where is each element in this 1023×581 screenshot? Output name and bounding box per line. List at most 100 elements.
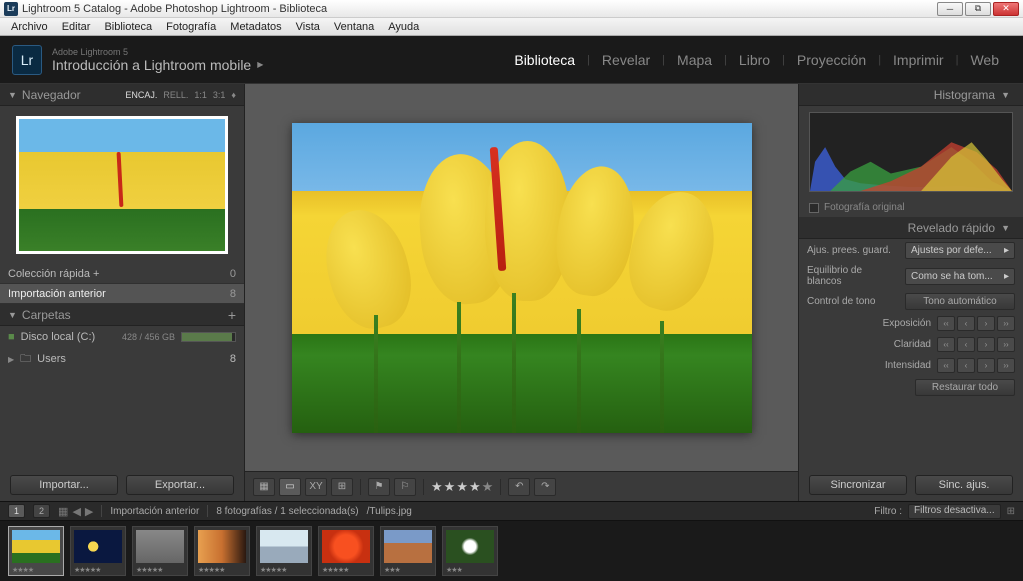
thumb-2[interactable]: ★★★★★ <box>132 526 188 576</box>
module-biblioteca[interactable]: Biblioteca <box>502 52 587 68</box>
clarity-big-minus[interactable]: ‹‹ <box>937 337 955 352</box>
clarity-big-plus[interactable]: ›› <box>997 337 1015 352</box>
export-button[interactable]: Exportar... <box>126 475 234 495</box>
loupe-toolbar: ▦ ▭ XY ⊞ ⚑ ⚐ ★★★★★ ↶ ↷ <box>245 471 798 501</box>
navigator-header[interactable]: ▼ Navegador ENCAJ. RELL. 1:1 3:1 ♦ <box>0 84 244 106</box>
compare-view-icon[interactable]: XY <box>305 478 327 496</box>
nav-fill[interactable]: RELL. <box>163 90 188 100</box>
center-area: ▦ ▭ XY ⊞ ⚑ ⚐ ★★★★★ ↶ ↷ <box>245 84 798 501</box>
module-proyeccion[interactable]: Proyección <box>785 52 878 68</box>
left-panel: ▼ Navegador ENCAJ. RELL. 1:1 3:1 ♦ Colec… <box>0 84 245 501</box>
histogram-title: Histograma <box>934 88 995 102</box>
thumb-7[interactable]: ★★★ <box>442 526 498 576</box>
grid-view-icon[interactable]: ▦ <box>253 478 275 496</box>
loupe-view-icon[interactable]: ▭ <box>279 478 301 496</box>
identity-dropdown-icon[interactable]: ▶ <box>257 60 263 69</box>
exposure-big-minus[interactable]: ‹‹ <box>937 316 955 331</box>
filter-label: Filtro : <box>874 506 902 517</box>
monitor-2-button[interactable]: 2 <box>33 504 50 518</box>
exposure-minus[interactable]: ‹ <box>957 316 975 331</box>
menu-ventana[interactable]: Ventana <box>327 21 381 33</box>
chevron-down-icon: ▼ <box>8 310 17 320</box>
clarity-label: Claridad <box>894 339 931 350</box>
clarity-minus[interactable]: ‹ <box>957 337 975 352</box>
menu-fotografia[interactable]: Fotografía <box>159 21 223 33</box>
filter-lock-icon[interactable]: ⊞ <box>1007 506 1015 517</box>
folders-header[interactable]: ▼ Carpetas + <box>0 304 244 326</box>
maximize-button[interactable]: ⧉ <box>965 2 991 16</box>
intensity-big-minus[interactable]: ‹‹ <box>937 358 955 373</box>
quick-collection-row[interactable]: Colección rápida + 0 <box>0 264 244 284</box>
sync-settings-button[interactable]: Sinc. ajus. <box>915 475 1013 495</box>
preset-select[interactable]: Ajustes por defe...▸ <box>905 242 1015 259</box>
reset-all-button[interactable]: Restaurar todo <box>915 379 1015 396</box>
flag-pick-icon[interactable]: ⚑ <box>368 478 390 496</box>
lr-logo-icon: Lr <box>12 45 42 75</box>
menu-archivo[interactable]: Archivo <box>4 21 55 33</box>
right-panel: Histograma ▼ Fotografía original <box>798 84 1023 501</box>
quickdev-header[interactable]: Revelado rápido ▼ <box>799 217 1023 239</box>
filter-select[interactable]: Filtros desactiva... <box>908 504 1001 519</box>
original-photo-checkbox[interactable] <box>809 203 819 213</box>
intensity-minus[interactable]: ‹ <box>957 358 975 373</box>
auto-tone-button[interactable]: Tono automático <box>905 293 1015 310</box>
identity-plate[interactable]: Introducción a Lightroom mobile <box>52 57 251 73</box>
nav-1to1[interactable]: 1:1 <box>194 90 207 100</box>
nav-zoom-dropdown-icon[interactable]: ♦ <box>231 90 236 100</box>
module-libro[interactable]: Libro <box>727 52 782 68</box>
back-icon[interactable]: ◀ <box>72 505 80 518</box>
thumb-3[interactable]: ★★★★★ <box>194 526 250 576</box>
rotate-ccw-icon[interactable]: ↶ <box>508 478 530 496</box>
image-canvas[interactable] <box>245 84 798 471</box>
module-web[interactable]: Web <box>958 52 1011 68</box>
previous-import-row[interactable]: Importación anterior 8 <box>0 284 244 304</box>
disk-row[interactable]: ■ Disco local (C:) 428 / 456 GB <box>0 326 244 348</box>
exposure-plus[interactable]: › <box>977 316 995 331</box>
menu-ayuda[interactable]: Ayuda <box>381 21 426 33</box>
thumb-5[interactable]: ★★★★★ <box>318 526 374 576</box>
minimize-button[interactable]: ─ <box>937 2 963 16</box>
window-title-bar: Lr Lightroom 5 Catalog - Adobe Photoshop… <box>0 0 1023 18</box>
thumb-0[interactable]: ★★★★ <box>8 526 64 576</box>
menu-vista[interactable]: Vista <box>289 21 327 33</box>
filmstrip[interactable]: ★★★★ ★★★★★ ★★★★★ ★★★★★ ★★★★★ ★★★★★ ★★★ ★… <box>0 521 1023 581</box>
rotate-cw-icon[interactable]: ↷ <box>534 478 556 496</box>
intensity-label: Intensidad <box>885 360 931 371</box>
sync-button[interactable]: Sincronizar <box>809 475 907 495</box>
navigator-thumbnail <box>16 116 228 254</box>
source-label[interactable]: Importación anterior <box>110 506 199 517</box>
thumb-1[interactable]: ★★★★★ <box>70 526 126 576</box>
rating-stars[interactable]: ★★★★★ <box>431 479 493 495</box>
survey-view-icon[interactable]: ⊞ <box>331 478 353 496</box>
monitor-1-button[interactable]: 1 <box>8 504 25 518</box>
intensity-big-plus[interactable]: ›› <box>997 358 1015 373</box>
flag-reject-icon[interactable]: ⚐ <box>394 478 416 496</box>
clarity-plus[interactable]: › <box>977 337 995 352</box>
wb-label: Equilibrio de blancos <box>807 265 899 287</box>
intensity-plus[interactable]: › <box>977 358 995 373</box>
nav-fit[interactable]: ENCAJ. <box>125 90 157 100</box>
navigator-preview[interactable] <box>0 106 244 264</box>
add-folder-icon[interactable]: + <box>228 307 236 323</box>
exposure-big-plus[interactable]: ›› <box>997 316 1015 331</box>
wb-select[interactable]: Como se ha tom...▸ <box>905 268 1015 285</box>
histogram-chart[interactable] <box>809 112 1013 192</box>
nav-3to1[interactable]: 3:1 <box>213 90 226 100</box>
folder-users-row[interactable]: ▶ 🗀 Users 8 <box>0 348 244 370</box>
forward-icon[interactable]: ▶ <box>85 505 93 518</box>
import-button[interactable]: Importar... <box>10 475 118 495</box>
filename-label: /Tulips.jpg <box>367 506 412 517</box>
grid-icon[interactable]: ▦ <box>58 505 68 518</box>
thumb-6[interactable]: ★★★ <box>380 526 436 576</box>
module-revelar[interactable]: Revelar <box>590 52 662 68</box>
menu-editar[interactable]: Editar <box>55 21 98 33</box>
original-photo-label: Fotografía original <box>824 202 905 213</box>
module-mapa[interactable]: Mapa <box>665 52 724 68</box>
module-imprimir[interactable]: Imprimir <box>881 52 956 68</box>
menu-metadatos[interactable]: Metadatos <box>223 21 288 33</box>
histogram-header[interactable]: Histograma ▼ <box>799 84 1023 106</box>
close-button[interactable]: ✕ <box>993 2 1019 16</box>
thumb-4[interactable]: ★★★★★ <box>256 526 312 576</box>
chevron-down-icon: ▼ <box>1001 223 1010 233</box>
menu-biblioteca[interactable]: Biblioteca <box>97 21 159 33</box>
